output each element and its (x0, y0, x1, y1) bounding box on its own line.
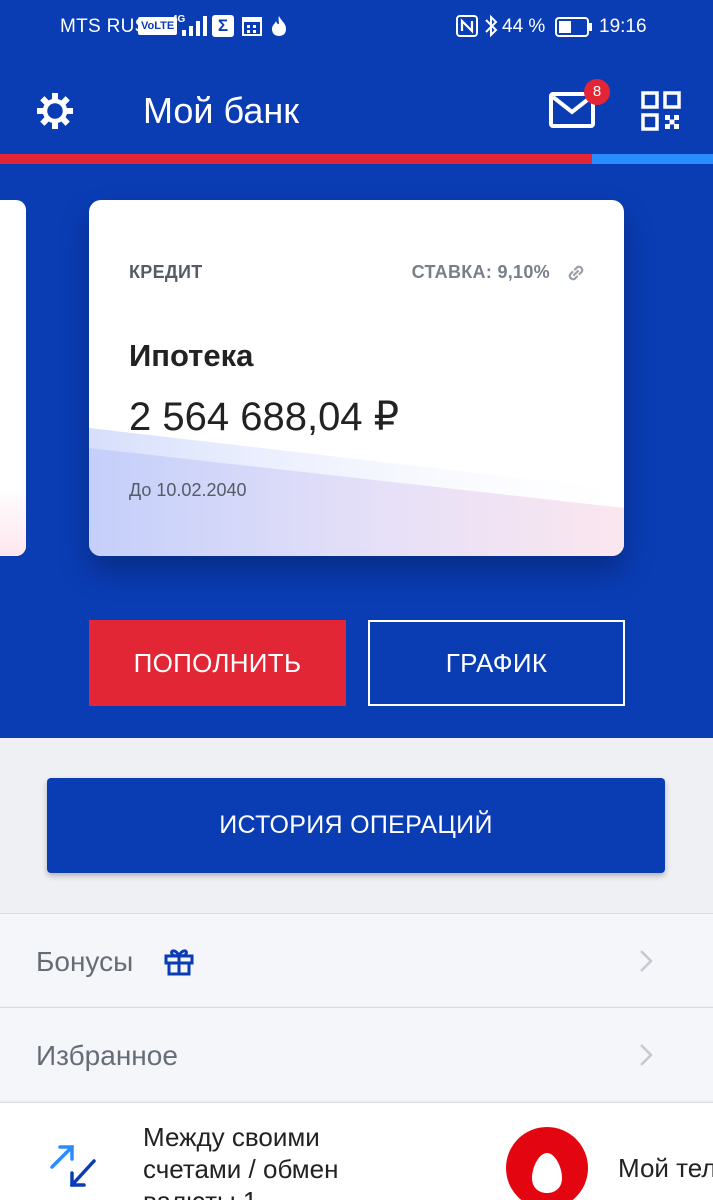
loan-end-date: До 10.02.2040 (129, 480, 247, 500)
battery-percent: 44 % (502, 16, 546, 37)
carousel-progress-fill (0, 154, 592, 164)
loan-balance: 2 564 688,04 ₽ (129, 395, 400, 439)
app-header: Мой банк 8 (0, 56, 713, 154)
exchange-arrows-icon[interactable] (44, 1143, 100, 1193)
battery-icon (555, 17, 592, 37)
carousel-progress (0, 154, 713, 164)
quick-action-my-phone[interactable]: Мой тел (618, 1153, 713, 1184)
bluetooth-icon (485, 14, 498, 38)
list-item-label: Избранное (36, 1040, 178, 1071)
card-background-wave (89, 428, 624, 556)
gear-icon[interactable] (34, 90, 76, 132)
chevron-right-icon (640, 1044, 653, 1066)
list-item-favorites[interactable]: Избранное (0, 1007, 713, 1100)
previous-card[interactable] (0, 200, 26, 556)
schedule-button[interactable]: ГРАФИК (368, 620, 625, 706)
operations-history-button[interactable]: ИСТОРИЯ ОПЕРАЦИЙ (47, 778, 665, 873)
nfc-icon (456, 15, 478, 37)
gift-icon (164, 949, 194, 976)
calendar-icon (242, 17, 262, 36)
qr-code-icon[interactable] (641, 91, 681, 131)
topup-button[interactable]: ПОПОЛНИТЬ (89, 620, 346, 706)
chevron-right-icon (640, 950, 653, 972)
clock: 19:16 (599, 16, 647, 37)
mts-egg-icon (532, 1153, 562, 1193)
carrier-name: MTS RUS (60, 16, 148, 37)
page-title: Мой банк (143, 90, 299, 131)
unread-badge: 8 (584, 79, 610, 105)
quick-action-own-accounts[interactable]: Между своими счетами / обмен валюты 1 (143, 1121, 383, 1200)
list-item-label: Бонусы (36, 946, 134, 977)
product-carousel[interactable]: КРЕДИТ СТАВКА: 9,10% Ипотека 2 564 688,0… (0, 164, 713, 738)
link-icon[interactable] (565, 262, 587, 284)
signal-icon (182, 16, 207, 36)
loan-card[interactable]: КРЕДИТ СТАВКА: 9,10% Ипотека 2 564 688,0… (89, 200, 624, 556)
product-name: Ипотека (129, 338, 254, 373)
status-bar: MTS RUS VoLTE 4G Σ 44 % 19:16 (0, 0, 713, 56)
list-item-bonuses[interactable]: Бонусы (0, 913, 713, 1006)
quick-actions: Между своими счетами / обмен валюты 1 Мо… (0, 1102, 713, 1200)
sigma-app-icon: Σ (212, 15, 234, 37)
product-type: КРЕДИТ (129, 262, 203, 282)
flame-icon (272, 16, 286, 36)
interest-rate: СТАВКА: 9,10% (411, 262, 550, 282)
